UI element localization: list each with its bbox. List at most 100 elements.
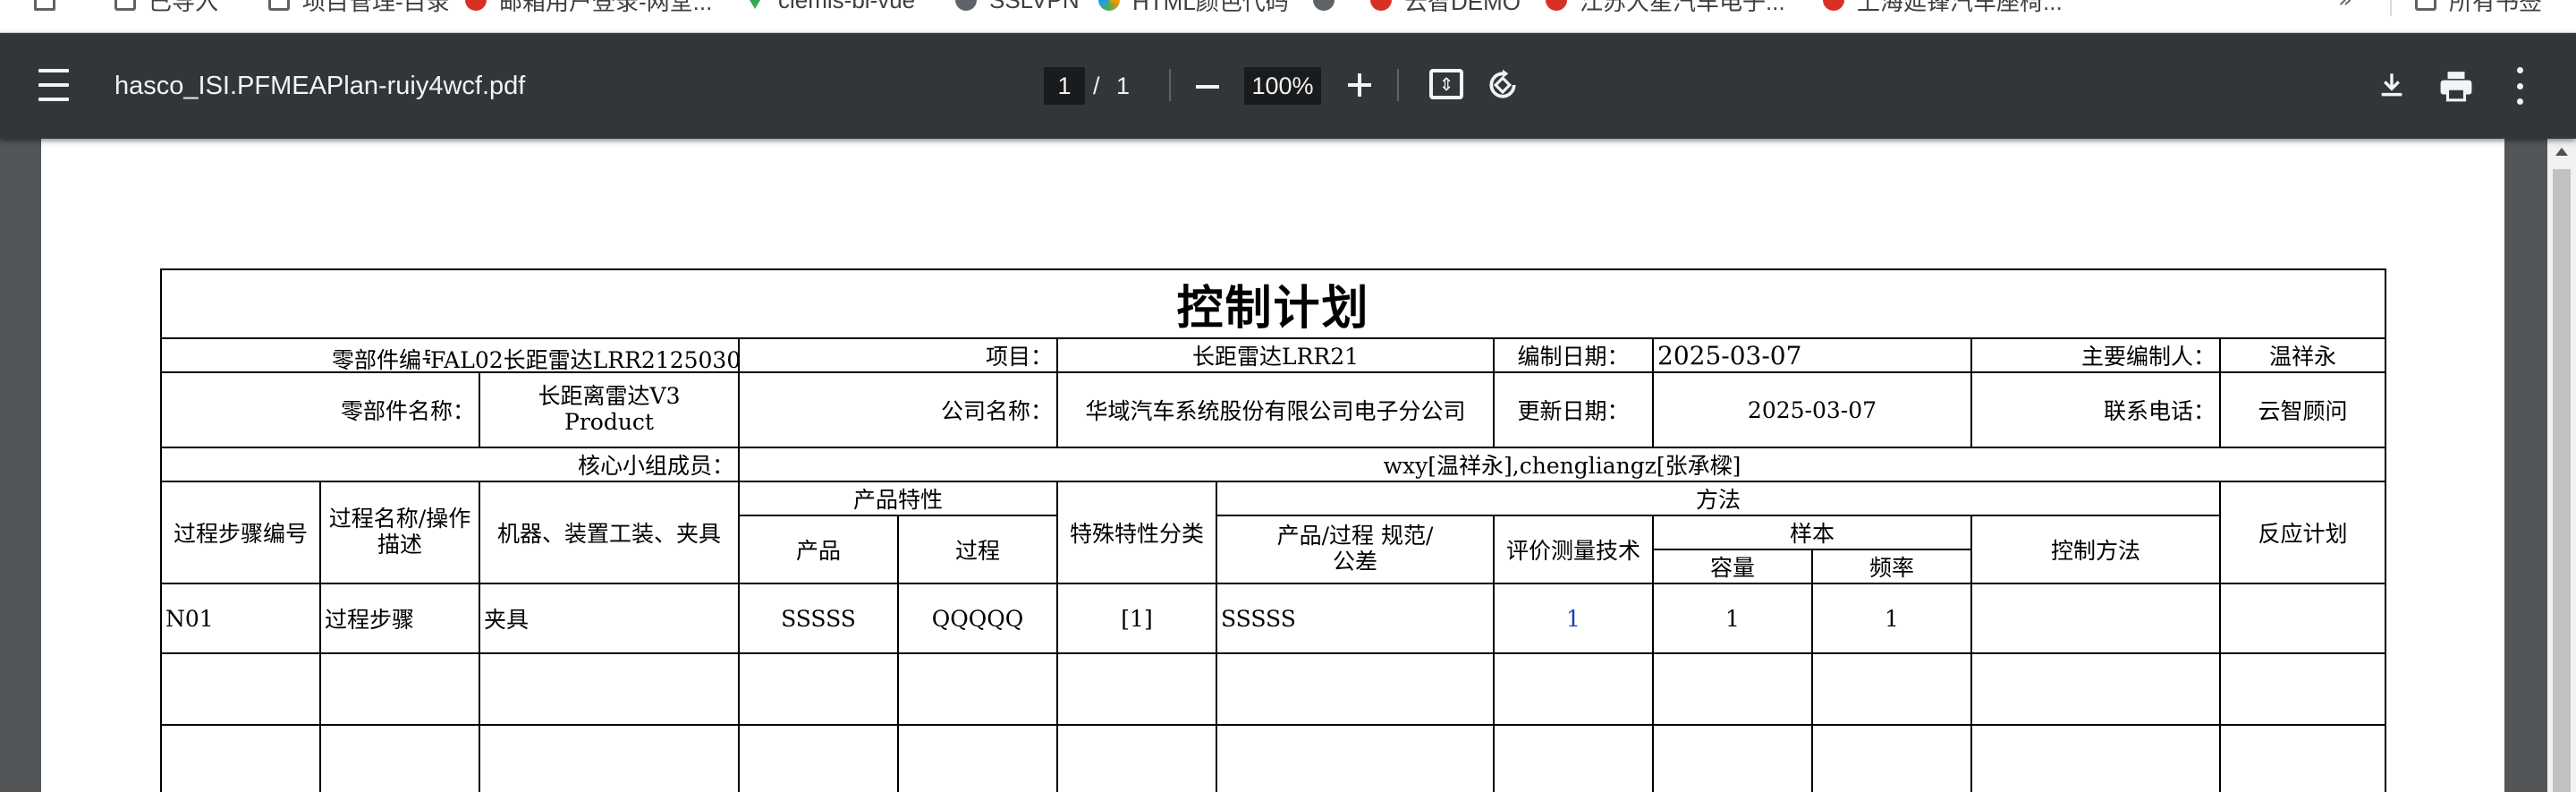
download-icon	[2381, 73, 2402, 97]
header-step-no: 过程步骤编号	[160, 481, 321, 584]
cell-machine: 夹具	[479, 583, 740, 654]
zoom-in-button[interactable]	[1342, 67, 1377, 103]
color-icon	[1098, 0, 1120, 11]
compile-date-label: 编制日期：	[1493, 337, 1654, 373]
bookmarks-bar: 已导入 项目管理-目录 邮箱用户登录-网堂... ciemis-bi-vue S…	[0, 0, 2576, 33]
rotate-button[interactable]	[1485, 67, 1521, 103]
header-machine: 机器、装置工装、夹具	[479, 481, 740, 584]
bookmark-item[interactable]: 江苏大星汽车电子...	[1546, 0, 1785, 15]
bookmark-icon	[1370, 0, 1392, 11]
cell-capacity: 1	[1652, 583, 1813, 654]
bookmark-item[interactable]: 项目管理-目录	[268, 0, 450, 15]
globe-icon	[955, 0, 977, 11]
part-name-label: 零部件名称：	[160, 371, 480, 448]
bookmark-icon	[1546, 0, 1567, 11]
bookmarks-overflow-button[interactable]: »	[2338, 0, 2352, 14]
control-plan-sheet: 控制计划 零部件编号： FAL02长距雷达LRR2125030C 项目： 长距雷…	[159, 268, 2387, 792]
bookmark-item[interactable]: 上海延锋汽车座椅...	[1823, 0, 2063, 15]
header-spec: 产品/过程 规范/公差	[1216, 515, 1495, 584]
apps-icon	[34, 0, 55, 11]
table-row	[160, 652, 2387, 726]
core-team-label: 核心小组成员：	[160, 447, 740, 482]
cell-spec: SSSSS	[1216, 583, 1495, 654]
bookmark-item[interactable]: 邮箱用户登录-网堂...	[465, 0, 712, 15]
update-date-label: 更新日期：	[1493, 371, 1654, 448]
page-number-input[interactable]	[1044, 67, 1085, 105]
bookmark-icon	[1823, 0, 1844, 11]
scroll-up-arrow-icon[interactable]	[2555, 148, 2568, 156]
sheet-title: 控制计划	[159, 268, 2387, 339]
header-frequency: 频率	[1811, 549, 1972, 584]
header-special-class: 特殊特性分类	[1056, 481, 1217, 584]
cell-reaction-plan	[2218, 583, 2387, 654]
table-row: N01 过程步骤 夹具 SSSSS QQQQQ [1] SSSSS 1 1 1	[160, 583, 2387, 654]
vue-icon	[744, 0, 766, 9]
download-button[interactable]	[2372, 65, 2411, 105]
header-product: 产品	[738, 515, 899, 584]
fit-to-page-button[interactable]: ⇕	[1429, 69, 1463, 99]
cell-control-method	[1970, 583, 2221, 654]
fit-page-icon: ⇕	[1438, 73, 1454, 95]
scroll-thumb[interactable]	[2553, 169, 2571, 792]
project-label: 项目：	[738, 337, 1058, 373]
folder-icon	[114, 0, 136, 11]
table-row	[160, 724, 2387, 792]
cell-frequency: 1	[1811, 583, 1972, 654]
zoom-out-button[interactable]	[1190, 69, 1225, 105]
print-button[interactable]	[2436, 67, 2476, 105]
page-total: 1	[1116, 72, 1131, 99]
header-process: 过程	[897, 515, 1058, 584]
part-no-value: FAL02长距雷达LRR2125030C	[430, 343, 737, 370]
update-date-value: 2025-03-07	[1652, 371, 1972, 448]
bookmark-item[interactable]: 已导入	[114, 0, 218, 15]
cell-process: QQQQQ	[897, 583, 1058, 654]
folder-icon	[268, 0, 290, 11]
all-bookmarks-button[interactable]: 所有书签	[2415, 0, 2542, 15]
cell-special-class: [1]	[1056, 583, 1217, 654]
more-actions-button[interactable]	[2506, 67, 2533, 105]
cell-eval-tech: 1	[1493, 583, 1654, 654]
cell-step-name: 过程步骤	[319, 583, 480, 654]
phone-label: 联系电话：	[1970, 371, 2221, 448]
control-plan-table: 控制计划 零部件编号： FAL02长距雷达LRR2125030C 项目： 长距雷…	[159, 268, 2387, 792]
more-vert-icon	[2516, 67, 2523, 73]
part-no-cell: 零部件编号： FAL02长距雷达LRR2125030C	[160, 337, 740, 373]
bookmark-item[interactable]: SSLVPN	[955, 0, 1080, 14]
header-reaction-plan: 反应计划	[2218, 481, 2387, 584]
bookmark-item[interactable]: HTML颜色代码	[1098, 0, 1289, 15]
part-name-value: 长距离雷达V3 Product	[479, 371, 740, 448]
company-label: 公司名称：	[738, 371, 1058, 448]
menu-icon	[38, 69, 69, 72]
company-value: 华域汽车系统股份有限公司电子分公司	[1056, 371, 1495, 448]
bookmark-item[interactable]	[1313, 0, 1347, 14]
bookmark-item[interactable]: 云智DEMO	[1370, 0, 1521, 15]
toolbar-divider	[1397, 69, 1399, 101]
toolbar-divider	[1169, 69, 1171, 101]
header-step-name: 过程名称/操作描述	[319, 481, 480, 584]
mail-icon	[465, 0, 487, 11]
main-author-value: 温祥永	[2218, 337, 2387, 373]
core-team-value: wxy[温祥永],chengliangz[张承樑]	[737, 447, 2387, 482]
bookmarks-divider	[2390, 0, 2392, 16]
header-sample: 样本	[1652, 515, 1972, 550]
menu-button[interactable]	[36, 69, 72, 101]
header-capacity: 容量	[1652, 549, 1813, 584]
zoom-input[interactable]	[1244, 67, 1321, 105]
bookmark-item[interactable]: ciemis-bi-vue	[744, 0, 915, 14]
cell-product: SSSSS	[738, 583, 899, 654]
rotate-icon	[1489, 69, 1516, 98]
apps-button[interactable]	[34, 0, 68, 14]
header-control-method: 控制方法	[1970, 515, 2221, 584]
print-icon	[2440, 72, 2472, 102]
folder-icon	[2415, 0, 2436, 11]
header-eval-tech: 评价测量技术	[1493, 515, 1654, 584]
vertical-scrollbar[interactable]	[2547, 139, 2576, 792]
cell-step-no: N01	[160, 583, 321, 654]
main-author-label: 主要编制人：	[1970, 337, 2221, 373]
pdf-page: 控制计划 零部件编号： FAL02长距雷达LRR2125030C 项目： 长距雷…	[41, 139, 2504, 792]
minus-icon	[1196, 85, 1219, 89]
header-characteristics: 产品特性	[738, 481, 1058, 516]
phone-value: 云智顾问	[2218, 371, 2387, 448]
compile-date-value: 2025-03-07	[1652, 337, 1972, 373]
project-value: 长距雷达LRR21	[1056, 337, 1495, 373]
